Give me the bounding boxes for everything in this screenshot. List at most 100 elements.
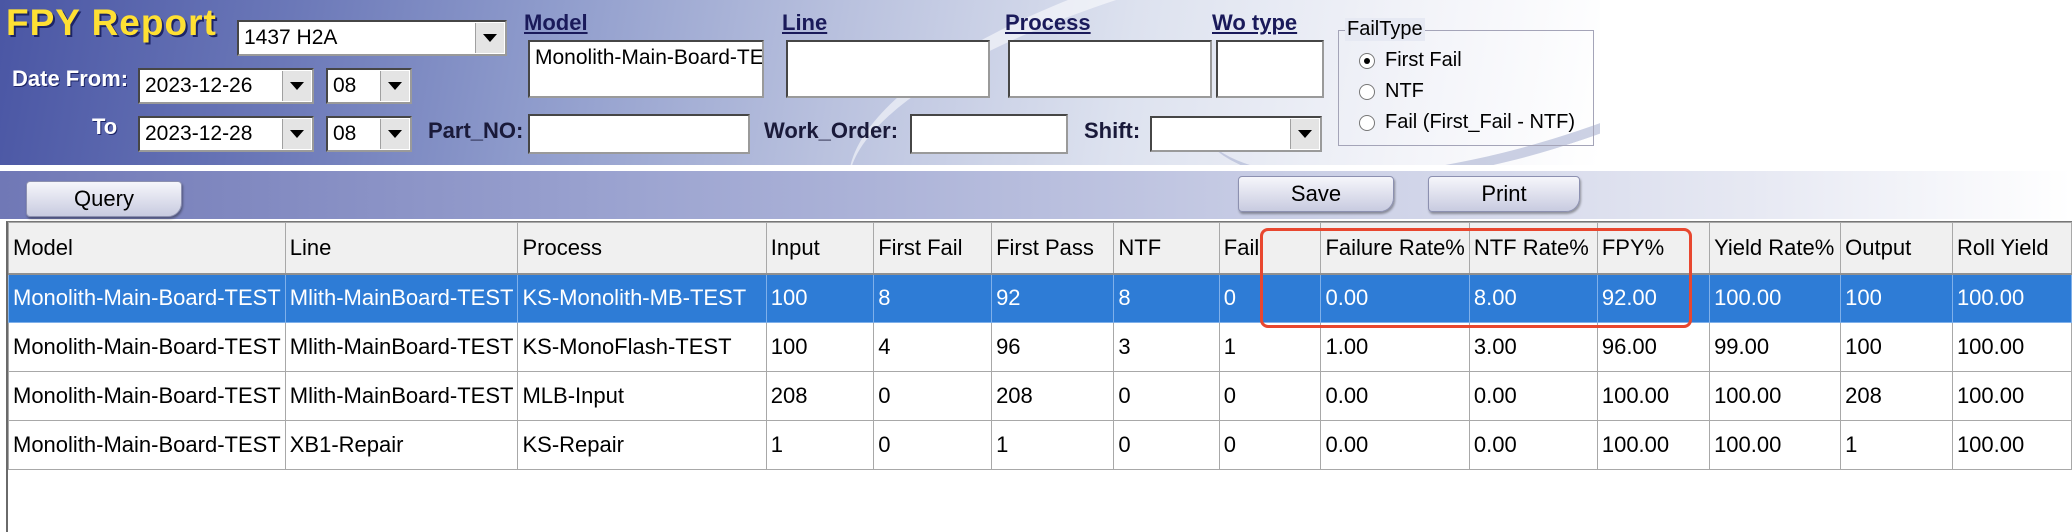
print-button[interactable]: Print: [1428, 176, 1580, 212]
table-row[interactable]: Monolith-Main-Board-TEST Mlith-MainBoard-…: [8, 273, 2072, 323]
shift-select[interactable]: [1150, 116, 1322, 152]
table-row[interactable]: Monolith-Main-Board-TEST Mlith-MainBoard-…: [8, 371, 2072, 421]
app-title: FPY Report: [6, 2, 217, 43]
table-cell: 0.00: [1320, 420, 1470, 470]
results-grid: Model Line Process Input First Fail First Pas…: [6, 221, 2072, 532]
fail-type-option-fail[interactable]: Fail (First_Fail - NTF): [1359, 111, 1575, 134]
table-cell: 100.00: [1709, 371, 1842, 421]
column-header[interactable]: Failure Rate%: [1320, 222, 1470, 275]
table-cell: 100: [1840, 322, 1953, 372]
site-combo-value: 1437 H2A: [244, 26, 338, 49]
date-from-picker[interactable]: 2023-12-26: [138, 68, 314, 104]
column-header[interactable]: NTF Rate%: [1468, 222, 1598, 275]
fail-type-legend: FailType: [1345, 18, 1425, 41]
date-to-picker[interactable]: 2023-12-28: [138, 116, 314, 152]
date-to-hour-select[interactable]: 08: [326, 116, 412, 152]
column-header[interactable]: Line: [284, 222, 519, 275]
table-cell: XB1-Repair: [284, 420, 519, 470]
part-no-input[interactable]: [528, 114, 750, 154]
table-cell: 92.00: [1596, 273, 1711, 323]
table-cell: 1.00: [1320, 322, 1470, 372]
radio-selected-icon[interactable]: [1359, 52, 1375, 69]
chevron-down-icon[interactable]: [380, 71, 409, 101]
column-header[interactable]: Output: [1840, 222, 1953, 275]
table-cell: 99.00: [1709, 322, 1842, 372]
process-input[interactable]: [1008, 40, 1212, 98]
table-cell: 0.00: [1320, 371, 1470, 421]
table-cell: 1: [991, 420, 1115, 470]
table-cell: 0: [873, 420, 993, 470]
table-cell: 100.00: [1951, 322, 2072, 372]
table-cell: 0: [1218, 273, 1322, 323]
model-input[interactable]: Monolith-Main-Board-TE: [528, 40, 764, 98]
process-label: Process: [1005, 10, 1091, 35]
table-cell: 3.00: [1468, 322, 1598, 372]
column-header[interactable]: NTF: [1113, 222, 1220, 275]
table-cell: 100.00: [1709, 273, 1842, 323]
radio-unselected-icon[interactable]: [1359, 83, 1375, 100]
chevron-down-icon[interactable]: [475, 23, 504, 53]
column-header[interactable]: Process: [517, 222, 767, 275]
results-table: Model Line Process Input First Fail First Pas…: [8, 222, 2072, 470]
fail-type-group: FailType First Fail NTF Fail (First_Fail…: [1338, 18, 1594, 146]
fail-type-option-label: First Fail: [1385, 49, 1462, 71]
table-cell: Monolith-Main-Board-TEST: [8, 322, 286, 372]
column-header[interactable]: First Fail: [873, 222, 993, 275]
table-cell: Monolith-Main-Board-TEST: [8, 273, 286, 323]
column-header[interactable]: Fail: [1218, 222, 1322, 275]
site-combo[interactable]: 1437 H2A: [237, 20, 507, 56]
column-header[interactable]: Input: [765, 222, 875, 275]
table-cell: 92: [991, 273, 1115, 323]
table-row[interactable]: Monolith-Main-Board-TEST XB1-Repair KS-Rep…: [8, 420, 2072, 470]
column-header[interactable]: First Pass: [991, 222, 1115, 275]
table-cell: 8: [1113, 273, 1220, 323]
line-input[interactable]: [786, 40, 990, 98]
fail-type-option-first-fail[interactable]: First Fail: [1359, 49, 1462, 72]
chevron-down-icon[interactable]: [282, 119, 311, 149]
work-order-input[interactable]: [910, 114, 1068, 154]
table-cell: 8: [873, 273, 993, 323]
line-label: Line: [782, 10, 828, 35]
table-cell: 100: [765, 273, 875, 323]
column-header[interactable]: Roll Yield: [1951, 222, 2072, 275]
column-header[interactable]: Model: [8, 222, 286, 275]
table-cell: MLB-Input: [517, 371, 767, 421]
date-from-label: Date From:: [12, 66, 129, 91]
save-button[interactable]: Save: [1238, 176, 1394, 212]
table-cell: Monolith-Main-Board-TEST: [8, 371, 286, 421]
table-cell: 96: [991, 322, 1115, 372]
table-cell: 8.00: [1468, 273, 1598, 323]
table-cell: 0.00: [1320, 273, 1470, 323]
chevron-down-icon[interactable]: [1290, 119, 1319, 149]
date-from-hour-value: 08: [333, 74, 357, 97]
model-input-value: Monolith-Main-Board-TE: [535, 46, 764, 69]
table-cell: 96.00: [1596, 322, 1711, 372]
table-cell: 4: [873, 322, 993, 372]
table-cell: 0: [1113, 420, 1220, 470]
fail-type-option-ntf[interactable]: NTF: [1359, 80, 1424, 103]
column-header[interactable]: Yield Rate%: [1709, 222, 1842, 275]
column-header[interactable]: FPY%: [1596, 222, 1711, 275]
chevron-down-icon[interactable]: [380, 119, 409, 149]
table-cell: 208: [765, 371, 875, 421]
table-cell: 1: [1840, 420, 1953, 470]
table-cell: Mlith-MainBoard-TEST: [284, 371, 519, 421]
table-cell: 0.00: [1468, 371, 1598, 421]
fail-type-option-label: NTF: [1385, 80, 1424, 102]
table-cell: 208: [991, 371, 1115, 421]
wo-type-input[interactable]: [1216, 40, 1324, 98]
fail-type-option-label: Fail (First_Fail - NTF): [1385, 111, 1575, 133]
table-cell: Mlith-MainBoard-TEST: [284, 322, 519, 372]
table-header-row: Model Line Process Input First Fail First Pas…: [8, 222, 2072, 275]
table-cell: 100: [1840, 273, 1953, 323]
table-cell: 1: [1218, 322, 1322, 372]
date-to-value: 2023-12-28: [145, 122, 253, 145]
radio-unselected-icon[interactable]: [1359, 114, 1375, 131]
chevron-down-icon[interactable]: [282, 71, 311, 101]
date-from-hour-select[interactable]: 08: [326, 68, 412, 104]
table-cell: Mlith-MainBoard-TEST: [284, 273, 519, 323]
query-button[interactable]: Query: [26, 181, 182, 217]
table-cell: Monolith-Main-Board-TEST: [8, 420, 286, 470]
date-to-hour-value: 08: [333, 122, 357, 145]
table-row[interactable]: Monolith-Main-Board-TEST Mlith-MainBoard-…: [8, 322, 2072, 372]
